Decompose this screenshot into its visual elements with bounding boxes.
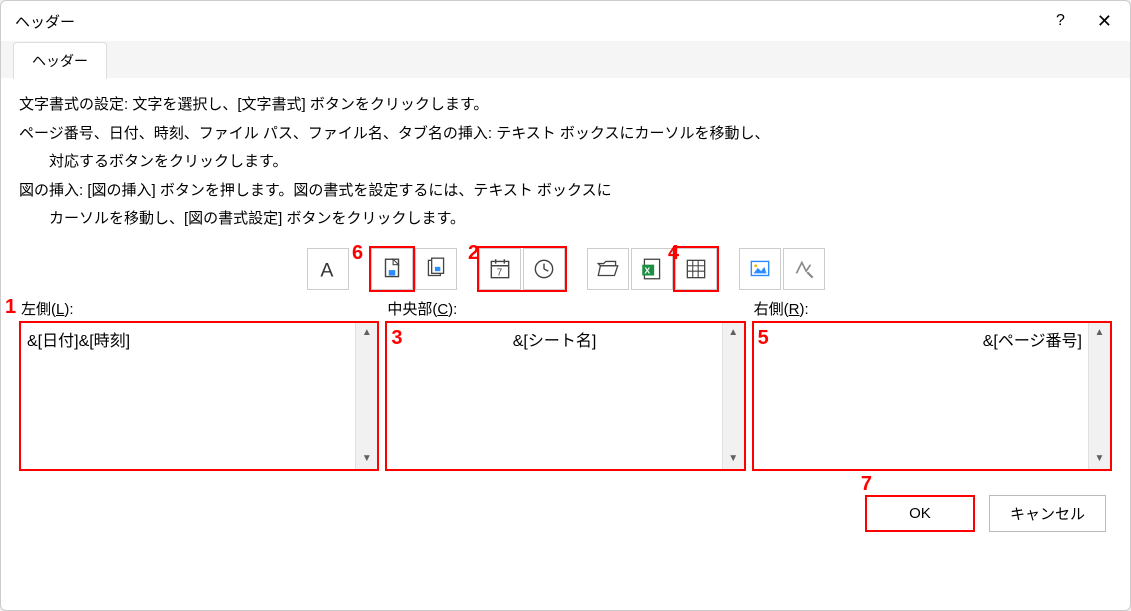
right-section-label: 右側(R): [752,298,1112,319]
grid-icon [683,256,709,282]
insert-time-button[interactable] [523,248,565,290]
tab-strip: ヘッダー [1,41,1130,79]
page-count-icon [423,256,449,282]
ok-button[interactable]: OK [865,495,975,532]
left-section-input[interactable] [21,323,355,469]
tab-header[interactable]: ヘッダー [13,42,107,79]
right-section: 右側(R): 5 ▲ ▼ [752,298,1112,471]
header-dialog: ヘッダー ? ✕ ヘッダー 文字書式の設定: 文字を選択し、[文字書式] ボタン… [0,0,1131,611]
scroll-down-icon: ▼ [356,449,377,469]
toolbar: A [19,248,1112,290]
scroll-up-icon: ▲ [1089,323,1110,343]
titlebar-controls: ? ✕ [1048,7,1120,36]
folder-open-icon [595,256,621,282]
excel-file-icon: X [639,256,665,282]
help-button[interactable]: ? [1048,8,1073,34]
instruction-line: 文字書式の設定: 文字を選択し、[文字書式] ボタンをクリックします。 [19,91,1112,120]
letter-a-icon: A [315,256,341,282]
picture-icon [747,256,773,282]
scroll-down-icon: ▼ [723,449,744,469]
scrollbar[interactable]: ▲ ▼ [355,323,377,469]
clock-icon [531,256,557,282]
svg-text:A: A [320,259,333,281]
dialog-title: ヘッダー [15,11,75,32]
dialog-buttons: 7 OK キャンセル [1,481,1130,540]
center-section-input[interactable] [387,323,721,469]
dialog-content: 文字書式の設定: 文字を選択し、[文字書式] ボタンをクリックします。 ページ番… [1,79,1130,481]
right-section-input[interactable] [754,323,1088,469]
insert-number-of-pages-button[interactable] [415,248,457,290]
annotation-1: 1 [5,296,16,319]
center-section-label: 中央部(C): [385,298,745,319]
scroll-up-icon: ▲ [356,323,377,343]
left-section: 左側(L): ▲ ▼ [19,298,379,471]
insert-file-path-button[interactable] [587,248,629,290]
svg-text:7: 7 [496,267,501,278]
scroll-up-icon: ▲ [723,323,744,343]
insert-picture-button[interactable] [739,248,781,290]
header-sections: 1 左側(L): ▲ ▼ 中央部(C): 3 [19,298,1112,471]
page-number-icon [379,256,405,282]
insert-sheet-name-button[interactable] [675,248,717,290]
insert-file-name-button[interactable]: X [631,248,673,290]
instruction-line: 図の挿入: [図の挿入] ボタンを押します。図の書式を設定するには、テキスト ボ… [19,177,1112,206]
insert-page-number-button[interactable] [371,248,413,290]
scroll-down-icon: ▼ [1089,449,1110,469]
format-picture-icon [791,256,817,282]
left-section-label: 左側(L): [19,298,379,319]
close-button[interactable]: ✕ [1089,7,1120,36]
cancel-button[interactable]: キャンセル [989,495,1106,532]
instruction-line: カーソルを移動し、[図の書式設定] ボタンをクリックします。 [19,205,1112,234]
scrollbar[interactable]: ▲ ▼ [1088,323,1110,469]
instructions: 文字書式の設定: 文字を選択し、[文字書式] ボタンをクリックします。 ページ番… [19,91,1112,234]
scrollbar[interactable]: ▲ ▼ [722,323,744,469]
center-section: 中央部(C): 3 ▲ ▼ [385,298,745,471]
insert-date-button[interactable]: 7 [479,248,521,290]
svg-text:X: X [644,265,650,275]
format-text-button[interactable]: A [307,248,349,290]
instruction-line: 対応するボタンをクリックします。 [19,148,1112,177]
format-picture-button[interactable] [783,248,825,290]
instruction-line: ページ番号、日付、時刻、ファイル パス、ファイル名、タブ名の挿入: テキスト ボ… [19,120,1112,149]
titlebar: ヘッダー ? ✕ [1,1,1130,41]
calendar-icon: 7 [487,256,513,282]
